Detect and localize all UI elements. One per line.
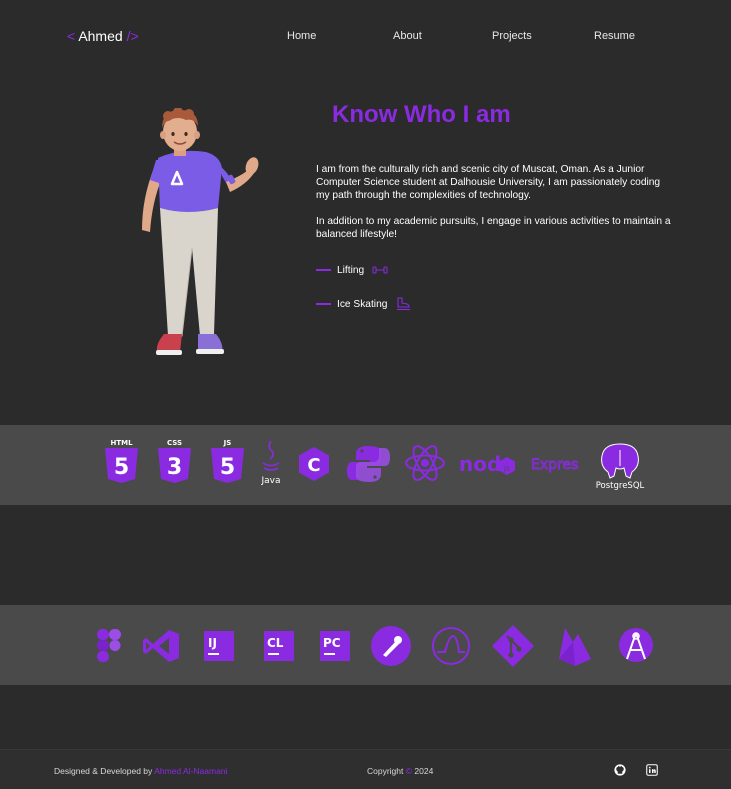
footer-copyright: Copyright © 2024 [367, 766, 433, 776]
firebase-icon [559, 628, 591, 666]
nav-link-resume[interactable]: Resume [594, 30, 635, 42]
svg-text:IJ: IJ [208, 636, 217, 650]
copyright-year: 2024 [414, 766, 434, 776]
dumbbell-icon [372, 266, 388, 274]
hobby-dash [316, 303, 331, 305]
postgresql-icon: PostgreSQL [596, 443, 645, 490]
nav-link-projects[interactable]: Projects [492, 30, 532, 42]
git-icon [492, 625, 534, 667]
svg-text:3: 3 [167, 455, 182, 480]
hobby-label: Ice Skating [337, 298, 388, 310]
about-paragraph-activities: In addition to my academic pursuits, I e… [316, 216, 671, 240]
svg-text:CL: CL [267, 636, 284, 650]
nav-link-home[interactable]: Home [287, 30, 316, 42]
css3-icon: CSS 3 [158, 439, 191, 483]
footer: Designed & Developed by Ahmed Al-Naamani… [0, 749, 731, 789]
nodejs-icon: node js [459, 452, 515, 476]
logo-close-bracket: /> [126, 28, 139, 44]
grafana-icon [432, 627, 470, 665]
visual-studio-icon [143, 630, 179, 662]
clion-icon: CL [264, 631, 294, 661]
copyright-symbol: © [405, 766, 413, 776]
c-icon: C [299, 447, 329, 481]
svg-text:5: 5 [114, 455, 129, 480]
svg-text:C: C [307, 455, 320, 476]
avatar-illustration [142, 108, 259, 355]
hobby-item-ice-skating: Ice Skating [316, 296, 411, 312]
copyright-label: Copyright [367, 766, 404, 776]
logo-name: Ahmed [78, 28, 123, 44]
tools-band: IJ CL PC [0, 605, 731, 685]
languages-band: HTML 5 CSS 3 JS 5 Java C node js Express [0, 425, 731, 505]
linkedin-icon[interactable] [646, 764, 658, 776]
svg-text:PostgreSQL: PostgreSQL [596, 481, 645, 490]
about-heading: Know Who I am [332, 101, 511, 128]
intellij-icon: IJ [204, 631, 234, 661]
hobby-label: Lifting [337, 264, 365, 276]
figma-icon [97, 629, 121, 662]
svg-text:Java: Java [260, 476, 280, 485]
express-icon: Express [531, 457, 579, 474]
footer-credit: Designed & Developed by Ahmed Al-Naamani [54, 766, 227, 776]
github-icon[interactable] [614, 764, 626, 776]
nav-link-about[interactable]: About [393, 30, 422, 42]
svg-text:js: js [503, 464, 510, 473]
react-icon [405, 445, 445, 481]
ice-skate-icon [397, 297, 411, 311]
hobby-item-lifting: Lifting [316, 262, 388, 278]
footer-author-link[interactable]: Ahmed Al-Naamani [154, 766, 227, 776]
svg-text:HTML: HTML [110, 439, 133, 447]
svg-text:JS: JS [223, 439, 232, 447]
svg-text:5: 5 [220, 455, 235, 480]
svg-text:Express: Express [531, 457, 579, 473]
navbar: < Ahmed /> Home About Projects Resume [0, 0, 731, 74]
svg-text:CSS: CSS [167, 439, 182, 447]
site-logo[interactable]: < Ahmed /> [67, 28, 139, 44]
java-icon: Java [260, 440, 281, 485]
python-icon [347, 446, 390, 482]
hobby-dash [316, 269, 331, 271]
about-paragraph-origin: I am from the culturally rich and scenic… [316, 164, 661, 201]
logo-open-bracket: < [67, 28, 76, 44]
html5-icon: HTML 5 [105, 439, 138, 483]
javascript-icon: JS 5 [211, 439, 244, 483]
pycharm-icon: PC [320, 631, 350, 661]
android-studio-icon [619, 628, 653, 662]
footer-credit-prefix: Designed & Developed by [54, 766, 153, 776]
svg-text:PC: PC [323, 636, 341, 650]
postman-icon [371, 626, 411, 666]
